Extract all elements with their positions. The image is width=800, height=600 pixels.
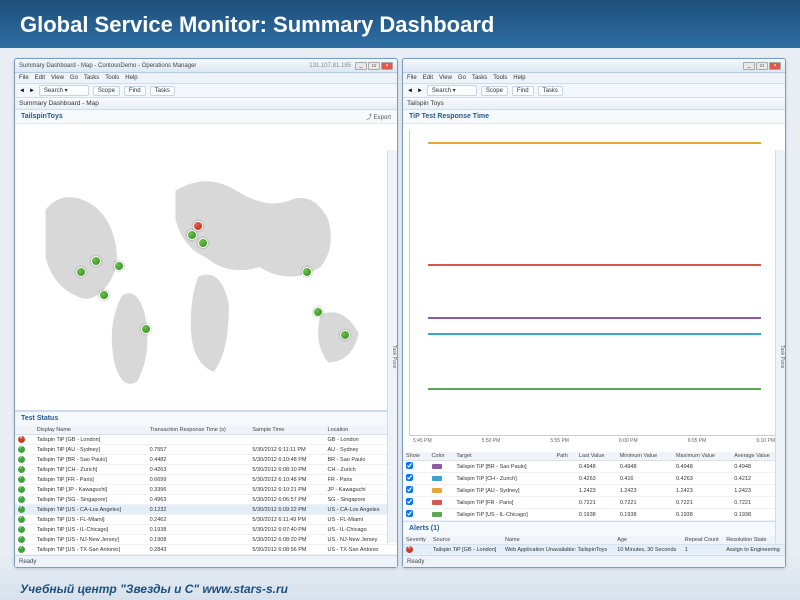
maximize-button[interactable]: ▭ <box>756 62 768 70</box>
search-dropdown[interactable]: Search ▾ <box>39 85 89 96</box>
toolbar: ◄ ► Search ▾ Scope Find Tasks <box>403 84 785 98</box>
chart-series-line <box>428 317 760 319</box>
back-icon[interactable]: ◄ <box>407 88 413 94</box>
titlebar: _ ▭ × <box>403 59 785 73</box>
menu-view[interactable]: View <box>51 75 64 81</box>
map-node[interactable] <box>302 267 312 277</box>
table-row[interactable]: Tailspin TiP [BR - Sao Paulo]0.44825/30/… <box>15 455 397 465</box>
close-button[interactable]: × <box>769 62 781 70</box>
menu-edit[interactable]: Edit <box>35 75 45 81</box>
table-row[interactable]: Tailspin TiP [JP - Kawaguchi]0.33965/30/… <box>15 485 397 495</box>
chart-title: TiP Test Response Time <box>409 113 489 120</box>
table-row[interactable]: Tailspin TiP [US - CA-Los Angeles]0.1232… <box>15 505 397 515</box>
chart-series-line <box>428 388 760 390</box>
map-node[interactable] <box>187 230 197 240</box>
table-row[interactable]: Tailspin TiP [US - TX-San Antonio]0.2843… <box>15 545 397 555</box>
menu-edit[interactable]: Edit <box>423 75 433 81</box>
left-window: Summary Dashboard - Map - ContosoDemo - … <box>14 58 398 568</box>
menubar: File Edit View Go Tasks Tools Help <box>403 73 785 84</box>
test-status-table[interactable]: Display NameTransaction Response Time (s… <box>15 426 397 555</box>
alert-row[interactable]: Tailspin TiP [GB - London]Web Applicatio… <box>403 545 785 555</box>
scope-button[interactable]: Scope <box>481 86 508 96</box>
find-button[interactable]: Find <box>512 86 534 96</box>
org-name: TailspinToys <box>21 113 63 120</box>
close-button[interactable]: × <box>381 62 393 70</box>
org-bar: TailspinToys ⤴ Export <box>15 110 397 124</box>
show-checkbox[interactable] <box>406 498 413 505</box>
legend-row[interactable]: Tailspin TiP [BR - Sao Paulo]0.49480.494… <box>403 461 785 473</box>
menu-view[interactable]: View <box>439 75 452 81</box>
test-status-header: Test Status <box>15 412 397 426</box>
menu-tools[interactable]: Tools <box>105 75 119 81</box>
chart-series-line <box>428 333 760 335</box>
legend-row[interactable]: Tailspin TiP [FR - Paris]0.72210.72210.7… <box>403 497 785 509</box>
menu-tasks[interactable]: Tasks <box>472 75 487 81</box>
map-node[interactable] <box>193 221 203 231</box>
toolbar: ◄ ► Search ▾ Scope Find Tasks <box>15 84 397 98</box>
scope-button[interactable]: Scope <box>93 86 120 96</box>
show-checkbox[interactable] <box>406 462 413 469</box>
table-row[interactable]: Tailspin TiP [GB - London]GB - London <box>15 435 397 445</box>
window-title: Summary Dashboard - Map - ContosoDemo - … <box>19 63 309 69</box>
search-dropdown[interactable]: Search ▾ <box>427 85 477 96</box>
map-node[interactable] <box>99 290 109 300</box>
chart-title-bar: TiP Test Response Time <box>403 110 785 124</box>
map-node[interactable] <box>313 307 323 317</box>
legend-row[interactable]: Tailspin TiP [US - IL-Chicago]0.19380.19… <box>403 509 785 521</box>
table-row[interactable]: Tailspin TiP [US - IL-Chicago]0.19385/30… <box>15 525 397 535</box>
map-node[interactable] <box>91 256 101 266</box>
response-time-chart: 5:45 PM5:50 PM5:55 PM6:00 PM6:05 PM6:10 … <box>403 124 785 452</box>
legend-row[interactable]: Tailspin TiP [AU - Sydney]1.24231.24231.… <box>403 485 785 497</box>
right-window: _ ▭ × File Edit View Go Tasks Tools Help ◄ ► S… <box>402 58 786 568</box>
pane-header: Summary Dashboard - Map <box>15 98 397 110</box>
table-row[interactable]: Tailspin TiP [US - FL-Miami]0.24625/30/2… <box>15 515 397 525</box>
status-bar: Ready <box>403 555 785 567</box>
chart-series-line <box>428 142 760 144</box>
world-map[interactable] <box>15 124 397 411</box>
task-pane-tab[interactable]: Task Pane <box>775 150 785 543</box>
find-button[interactable]: Find <box>124 86 146 96</box>
legend-row[interactable]: Tailspin TiP [CH - Zurich]0.42630.4160.4… <box>403 473 785 485</box>
slide-title: Global Service Monitor: Summary Dashboar… <box>0 0 800 48</box>
map-node[interactable] <box>340 330 350 340</box>
minimize-button[interactable]: _ <box>355 62 367 70</box>
minimize-button[interactable]: _ <box>743 62 755 70</box>
chart-series-line <box>428 264 760 266</box>
forward-icon[interactable]: ► <box>417 88 423 94</box>
alerts-table[interactable]: SeveritySourceNameAgeRepeat CountResolut… <box>403 536 785 555</box>
alerts-header: Alerts (1) <box>403 522 785 536</box>
menubar: File Edit View Go Tasks Tools Help <box>15 73 397 84</box>
menu-tools[interactable]: Tools <box>493 75 507 81</box>
maximize-button[interactable]: ▭ <box>368 62 380 70</box>
table-row[interactable]: Tailspin TiP [CH - Zurich]0.42635/30/201… <box>15 465 397 475</box>
slide-footer: Учебный центр "Звезды и С" www.stars-s.r… <box>20 582 288 596</box>
table-row[interactable]: Tailspin TiP [SG - Singapore]0.49635/30/… <box>15 495 397 505</box>
menu-file[interactable]: File <box>407 75 417 81</box>
show-checkbox[interactable] <box>406 486 413 493</box>
back-icon[interactable]: ◄ <box>19 88 25 94</box>
export-button[interactable]: ⤴ Export <box>366 112 391 121</box>
menu-go[interactable]: Go <box>458 75 466 81</box>
tasks-button[interactable]: Tasks <box>150 86 175 96</box>
table-row[interactable]: Tailspin TiP [FR - Paris]0.66995/30/2012… <box>15 475 397 485</box>
ip-label: 131.107.81.185 <box>309 63 351 69</box>
table-row[interactable]: Tailspin TiP [US - NJ-New Jersey]0.19085… <box>15 535 397 545</box>
tasks-button[interactable]: Tasks <box>538 86 563 96</box>
titlebar: Summary Dashboard - Map - ContosoDemo - … <box>15 59 397 73</box>
menu-file[interactable]: File <box>19 75 29 81</box>
task-pane-tab[interactable]: Task Pane <box>387 150 397 543</box>
forward-icon[interactable]: ► <box>29 88 35 94</box>
menu-go[interactable]: Go <box>70 75 78 81</box>
menu-tasks[interactable]: Tasks <box>84 75 99 81</box>
pane-header: Tailspin Toys <box>403 98 785 110</box>
menu-help[interactable]: Help <box>125 75 137 81</box>
status-bar: Ready <box>15 555 397 567</box>
table-row[interactable]: Tailspin TiP [AU - Sydney]0.75575/30/201… <box>15 445 397 455</box>
show-checkbox[interactable] <box>406 510 413 517</box>
menu-help[interactable]: Help <box>513 75 525 81</box>
chart-legend-table[interactable]: ShowColorTargetPathLast ValueMinimum Val… <box>403 452 785 521</box>
show-checkbox[interactable] <box>406 474 413 481</box>
screenshot-area: Summary Dashboard - Map - ContosoDemo - … <box>14 58 786 568</box>
